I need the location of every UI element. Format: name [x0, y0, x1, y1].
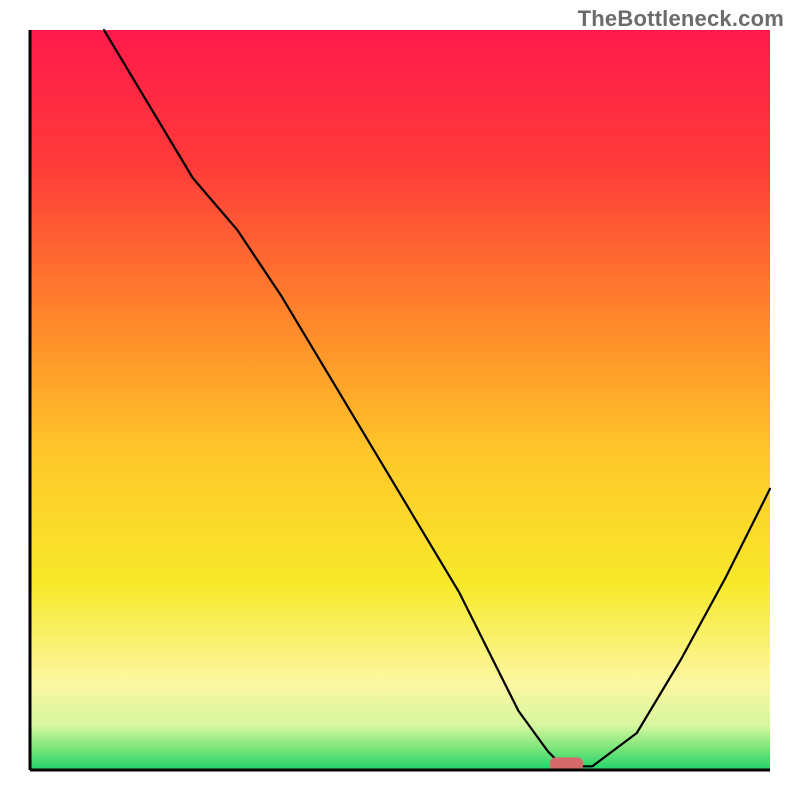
chart-container: TheBottleneck.com: [0, 0, 800, 800]
chart-svg: [0, 0, 800, 800]
plot-background: [30, 30, 770, 770]
watermark-text: TheBottleneck.com: [578, 6, 784, 32]
